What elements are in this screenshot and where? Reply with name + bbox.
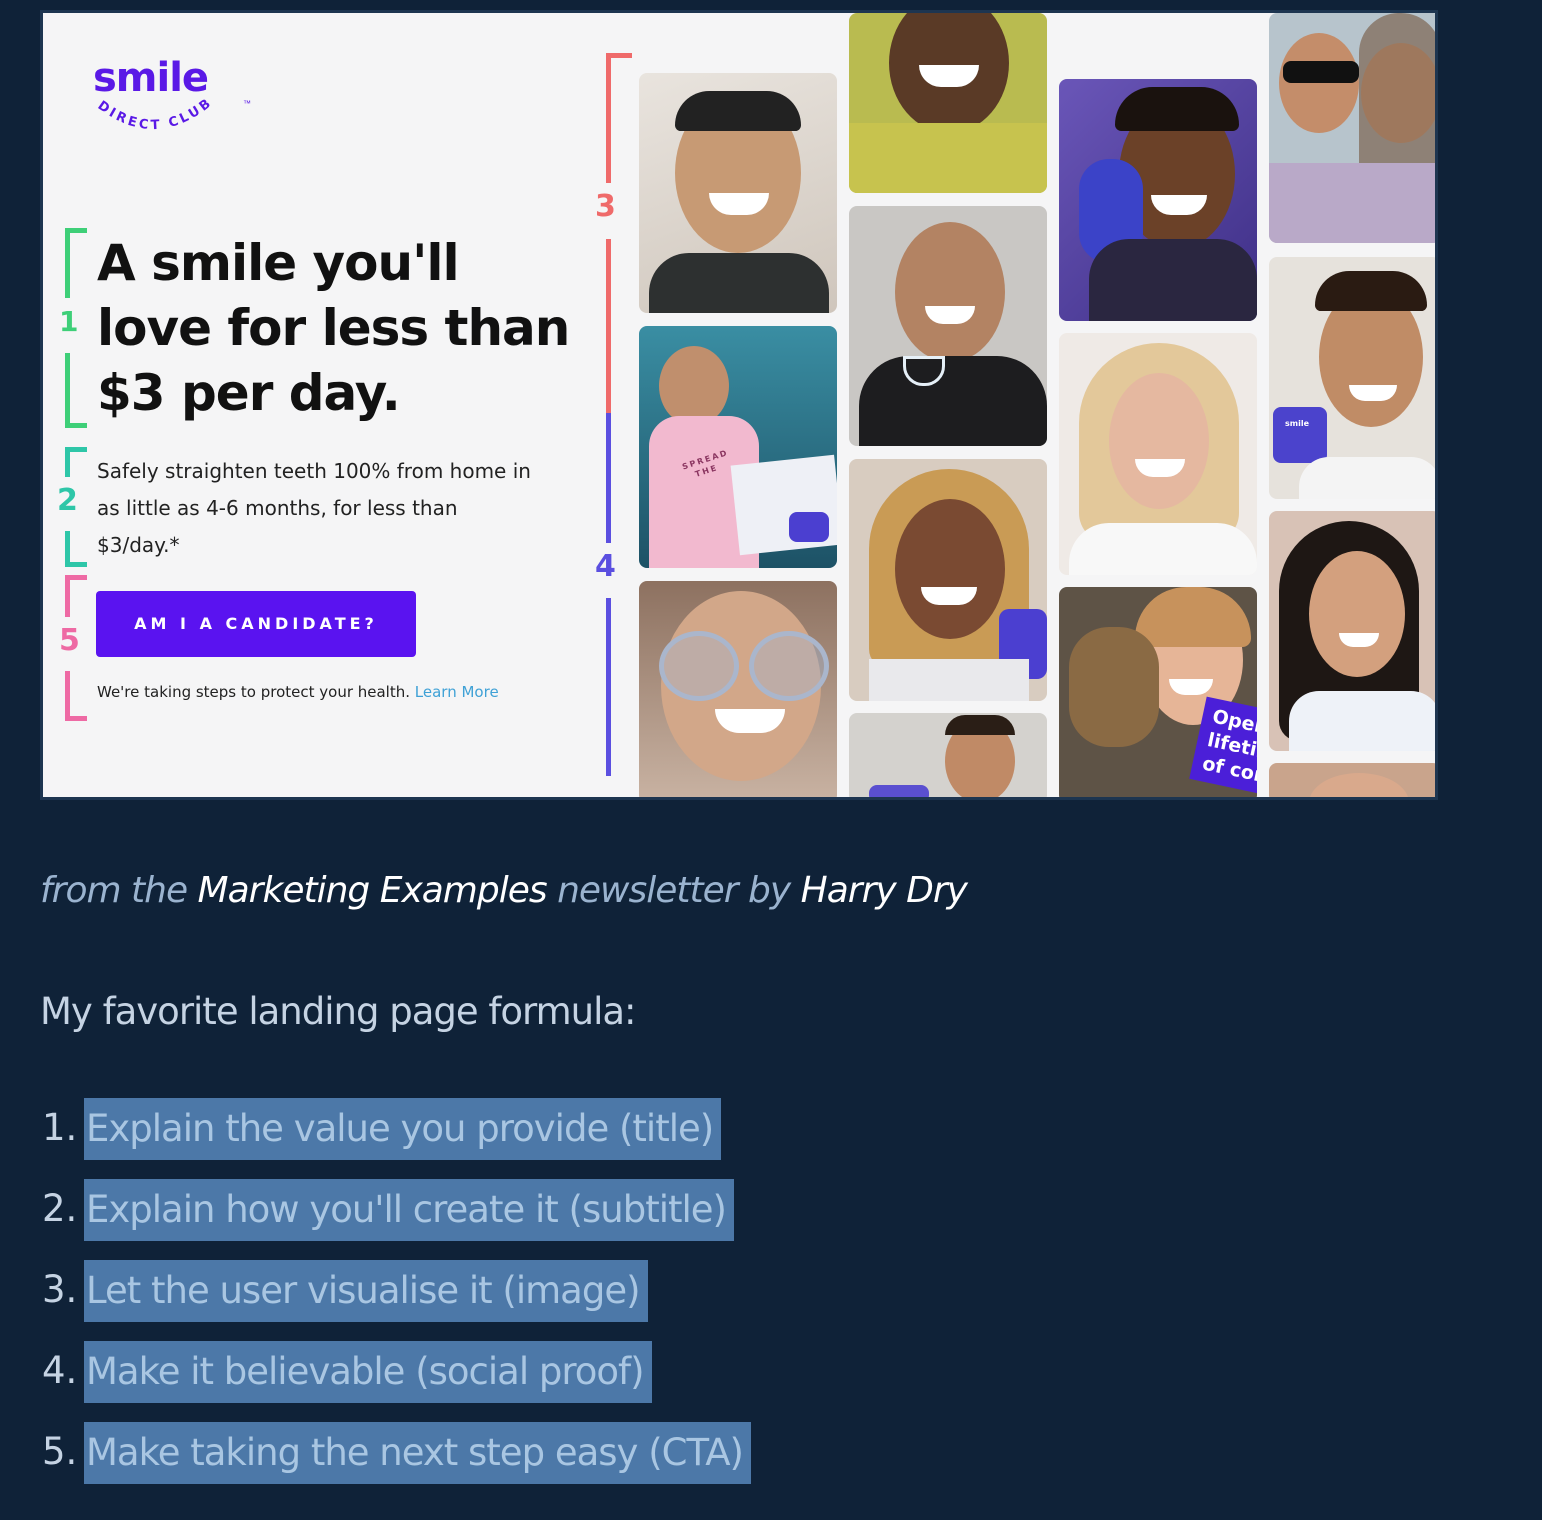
health-notice: We're taking steps to protect your healt… [97,683,617,701]
customer-photo-1 [639,73,837,313]
customer-photo-2: SPREAD THE [639,326,837,568]
formula-text[interactable]: Make taking the next step easy (CTA) [84,1422,751,1484]
credit-middle: newsletter by [557,870,791,911]
newsletter-name: Marketing Examples [197,870,548,911]
customer-photo-10: Open lifetim of con [1059,587,1257,797]
formula-number: 3. [42,1268,78,1311]
bracket-3: 3 [595,53,643,413]
smile-direct-club-logo: smile ™ DIRECT CLUB [93,55,251,155]
customer-photo-4 [849,13,1047,193]
customer-photo-12: smile [1269,257,1435,499]
subtitle-line-2: as little as 4-6 months, for less than [97,496,458,520]
svg-text:DIRECT CLUB: DIRECT CLUB [95,95,216,133]
logo-trademark: ™ [243,99,251,108]
author-name: Harry Dry [800,870,968,911]
ad-headline: A smile you'll love for less than $3 per… [97,231,577,426]
bracket-4: 4 [595,413,643,783]
aligner-case-text: smile [1285,419,1310,428]
bracket-2: 2 [57,447,95,567]
customer-photo-7 [849,713,1047,797]
formula-number: 2. [42,1187,78,1230]
bracket-1: 1 [59,228,95,428]
bracket-5: 5 [59,575,95,721]
newsletter-credit: from the Marketing Examples newsletter b… [40,870,968,911]
subtitle-line-1: Safely straighten teeth 100% from home i… [97,459,531,483]
formula-number: 4. [42,1349,78,1392]
logo-arc-textpath: DIRECT CLUB [95,95,213,133]
customer-photo-11 [1269,13,1435,243]
formula-text[interactable]: Make it believable (social proof) [84,1341,652,1403]
formula-number: 5. [42,1430,78,1473]
formula-intro: My favorite landing page formula: [40,990,637,1033]
bracket-number-4: 4 [595,549,616,584]
headline-line-1: A smile you'll [97,234,460,292]
headline-line-3: $3 per day. [97,364,401,422]
customer-photo-5 [849,206,1047,446]
formula-text[interactable]: Explain the value you provide (title) [84,1098,722,1160]
customer-photo-3 [639,581,837,797]
ad-subtitle: Safely straighten teeth 100% from home i… [97,453,577,564]
subtitle-line-3: $3/day.* [97,533,180,557]
bracket-number-5: 5 [59,623,80,658]
customer-photo-6 [849,459,1047,701]
landing-page-screenshot: smile ™ DIRECT CLUB 1 2 5 3 4 A smile yo… [40,10,1438,800]
am-i-a-candidate-button[interactable]: AM I A CANDIDATE? [96,591,416,657]
credit-prefix: from the [40,870,188,911]
learn-more-link[interactable]: Learn More [415,683,499,701]
headline-line-2: love for less than [97,299,570,357]
formula-text[interactable]: Let the user visualise it (image) [84,1260,648,1322]
customer-photo-8 [1059,79,1257,321]
customer-photo-13 [1269,511,1435,751]
formula-number: 1. [42,1106,78,1149]
customer-photo-14 [1269,763,1435,797]
bracket-number-1: 1 [59,305,79,338]
formula-text[interactable]: Explain how you'll create it (subtitle) [84,1179,734,1241]
bracket-number-3: 3 [595,189,616,224]
customer-photo-9 [1059,333,1257,575]
bracket-number-2: 2 [57,483,78,518]
logo-arc-text: DIRECT CLUB [95,95,216,133]
health-notice-text: We're taking steps to protect your healt… [97,683,411,701]
